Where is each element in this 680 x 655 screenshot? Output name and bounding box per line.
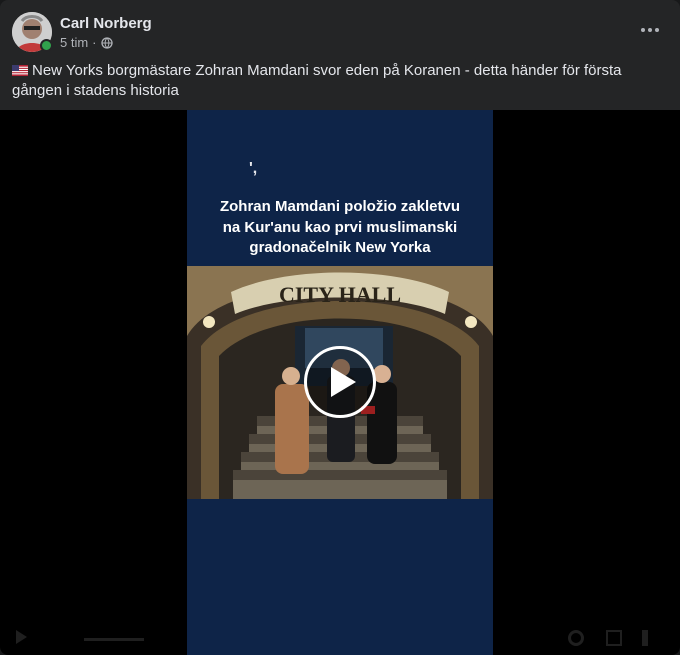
post-text: New Yorks borgmästare Zohran Mamdani svo… (12, 61, 652, 101)
us-flag-icon (12, 65, 28, 76)
post-subline: 5 tim · (60, 35, 152, 51)
post-timestamp[interactable]: 5 tim (60, 35, 88, 51)
post-card: Carl Norberg 5 tim · New Yorks borgmästa… (0, 0, 680, 655)
overlay-title-line: gradonačelnik New Yorka (249, 239, 431, 256)
globe-icon[interactable] (100, 36, 113, 49)
video-controls (0, 620, 680, 655)
post-meta: Carl Norberg 5 tim · (60, 14, 152, 51)
video-overlay-title: Zohran Mamdani položio zakletvu na Kur'a… (187, 197, 493, 259)
separator: · (92, 34, 97, 50)
settings-gear-icon[interactable] (568, 630, 584, 646)
overlay-title-line: na Kur'anu kao prvi muslimanski (222, 218, 458, 236)
volume-icon[interactable] (642, 630, 658, 646)
author-name[interactable]: Carl Norberg (60, 14, 152, 34)
progress-bar[interactable] (84, 638, 144, 641)
online-status-dot (40, 39, 53, 52)
corner-mark: ', (249, 160, 258, 177)
play-icon (330, 367, 356, 397)
video-frame: ', Zohran Mamdani položio zakletvu na Ku… (187, 110, 493, 655)
post-body-text: New Yorks borgmästare Zohran Mamdani svo… (12, 62, 622, 99)
more-options-button[interactable] (634, 14, 666, 46)
fullscreen-icon[interactable] (606, 630, 622, 646)
control-play-icon[interactable] (16, 630, 27, 644)
city-hall-sign: CITY HALL (279, 282, 401, 307)
more-horizontal-icon (641, 28, 645, 32)
play-button[interactable] (304, 346, 376, 418)
video-player[interactable]: ', Zohran Mamdani položio zakletvu na Ku… (0, 110, 680, 655)
post-header: Carl Norberg 5 tim · (12, 11, 152, 53)
overlay-title-line: Zohran Mamdani položio zakletvu (219, 198, 461, 215)
